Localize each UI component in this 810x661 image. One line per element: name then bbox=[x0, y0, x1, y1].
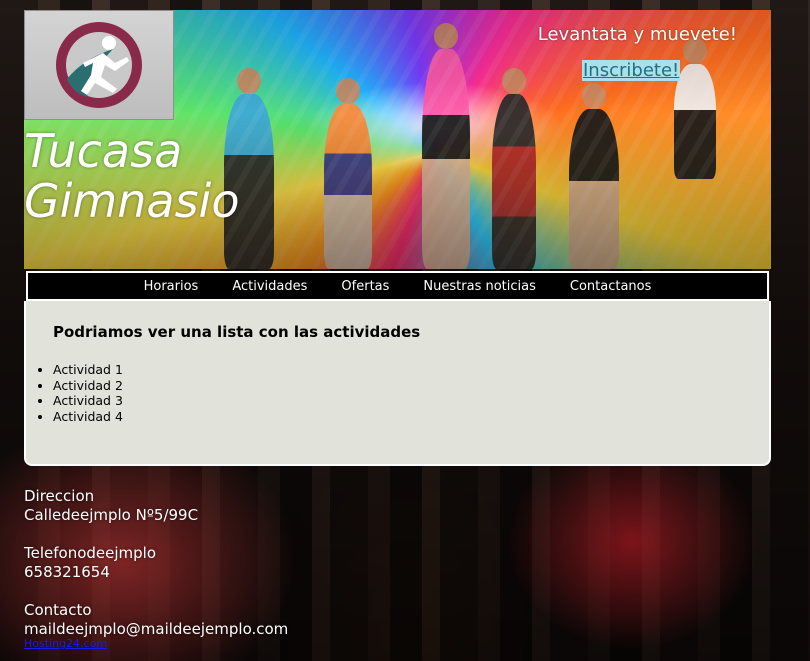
brand-title: Tucasa Gimnasio bbox=[24, 126, 239, 226]
contact-label: Contacto bbox=[24, 601, 92, 619]
content-panel: Podriamos ver una lista con las activida… bbox=[24, 301, 771, 466]
list-item: Actividad 3 bbox=[53, 393, 123, 409]
nav-item-horarios[interactable]: Horarios bbox=[144, 279, 199, 294]
phone-block: Telefonodeejmplo 658321654 bbox=[24, 544, 288, 582]
athlete-figure bbox=[674, 38, 716, 179]
content-heading: Podriamos ver una lista con las activida… bbox=[53, 323, 421, 341]
nav-item-noticias[interactable]: Nuestras noticias bbox=[423, 279, 535, 294]
nav-item-ofertas[interactable]: Ofertas bbox=[341, 279, 389, 294]
athlete-figure bbox=[324, 78, 372, 269]
signup-link[interactable]: Inscribete! bbox=[582, 60, 681, 81]
list-item: Actividad 1 bbox=[53, 362, 123, 378]
brand-line-1: Tucasa bbox=[24, 124, 183, 178]
phone-label: Telefonodeejmplo bbox=[24, 544, 157, 562]
athlete-figure bbox=[492, 68, 536, 269]
athlete-figure bbox=[569, 83, 619, 269]
activity-list: Actividad 1 Actividad 2 Actividad 3 Acti… bbox=[26, 362, 123, 424]
address-label: Direccion bbox=[24, 487, 95, 505]
runner-logo-icon bbox=[56, 22, 142, 108]
address-block: Direccion Calledeejmplo Nº5/99C bbox=[24, 487, 288, 525]
slogan-text: Levantata y muevete! bbox=[537, 24, 737, 45]
logo[interactable] bbox=[24, 10, 174, 120]
list-item: Actividad 4 bbox=[53, 409, 123, 425]
hosting-link[interactable]: Hosting24.com bbox=[24, 637, 107, 650]
main-nav: Horarios Actividades Ofertas Nuestras no… bbox=[26, 271, 769, 301]
nav-item-contactanos[interactable]: Contactanos bbox=[570, 279, 652, 294]
list-item: Actividad 2 bbox=[53, 378, 123, 394]
contact-block: Contacto maildeejmplo@maildeejemplo.com bbox=[24, 601, 288, 639]
address-value: Calledeejmplo Nº5/99C bbox=[24, 506, 199, 524]
phone-value: 658321654 bbox=[24, 563, 110, 581]
athlete-figure bbox=[422, 23, 470, 269]
header-banner: Tucasa Gimnasio Levantata y muevete! Ins… bbox=[24, 10, 771, 269]
nav-item-actividades[interactable]: Actividades bbox=[232, 279, 307, 294]
footer-info: Direccion Calledeejmplo Nº5/99C Telefono… bbox=[24, 487, 288, 639]
brand-line-2: Gimnasio bbox=[24, 174, 240, 228]
